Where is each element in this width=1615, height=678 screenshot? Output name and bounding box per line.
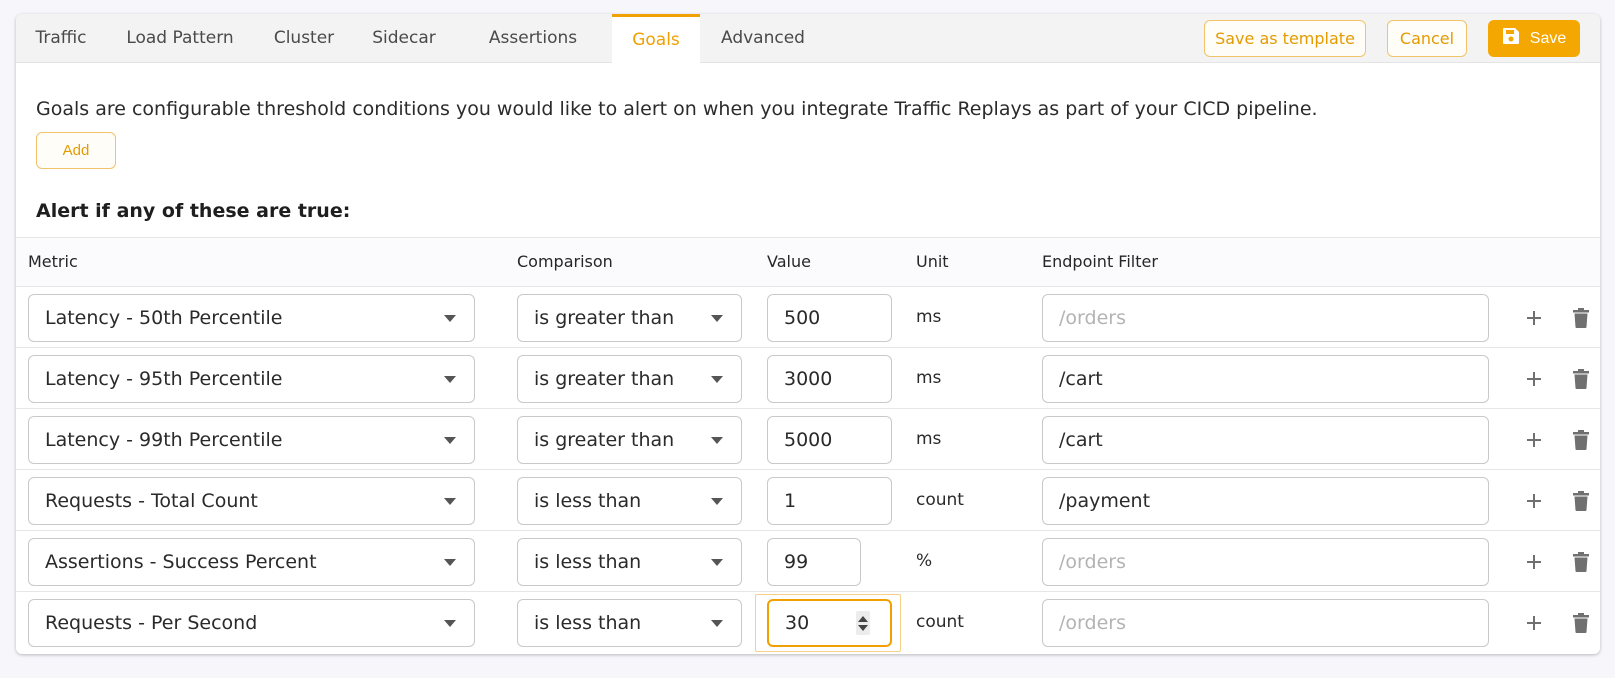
value-input[interactable] xyxy=(767,355,892,403)
plus-icon[interactable] xyxy=(1521,366,1547,392)
chevron-down-icon xyxy=(444,559,456,566)
chevron-down-icon xyxy=(711,498,723,505)
tab-advanced[interactable]: Advanced xyxy=(700,14,826,63)
value-input[interactable] xyxy=(767,477,892,525)
tab-traffic[interactable]: Traffic xyxy=(16,14,106,63)
value-input[interactable] xyxy=(767,294,892,342)
endpoint-filter-input[interactable] xyxy=(1042,294,1489,342)
chevron-down-icon xyxy=(444,620,456,627)
tab-cluster[interactable]: Cluster xyxy=(254,14,354,63)
chevron-down-icon xyxy=(711,620,723,627)
column-header-comparison: Comparison xyxy=(517,252,613,271)
comparison-select[interactable]: is greater than xyxy=(517,416,742,464)
comparison-select[interactable]: is less than xyxy=(517,477,742,525)
column-header-value: Value xyxy=(767,252,811,271)
table-row: Latency - 50th Percentile is greater tha… xyxy=(16,287,1600,348)
metric-select[interactable]: Latency - 95th Percentile xyxy=(28,355,475,403)
tab-load-pattern[interactable]: Load Pattern xyxy=(106,14,254,63)
trash-icon[interactable] xyxy=(1568,610,1594,636)
unit-label: ms xyxy=(916,368,942,388)
endpoint-filter-input[interactable] xyxy=(1042,599,1489,647)
trash-icon[interactable] xyxy=(1568,366,1594,392)
column-header-metric: Metric xyxy=(28,252,78,271)
stepper-up-icon[interactable] xyxy=(858,615,868,622)
comparison-select[interactable]: is greater than xyxy=(517,355,742,403)
table-row: Requests - Per Second is less than count xyxy=(16,592,1600,653)
chevron-down-icon xyxy=(444,498,456,505)
plus-icon[interactable] xyxy=(1521,549,1547,575)
goals-table-header: Metric Comparison Value Unit Endpoint Fi… xyxy=(16,237,1600,287)
metric-select[interactable]: Latency - 50th Percentile xyxy=(28,294,475,342)
metric-select[interactable]: Requests - Per Second xyxy=(28,599,475,647)
unit-label: ms xyxy=(916,429,942,449)
unit-label: count xyxy=(916,490,964,510)
endpoint-filter-input[interactable] xyxy=(1042,477,1489,525)
comparison-select[interactable]: is less than xyxy=(517,599,742,647)
goals-description: Goals are configurable threshold conditi… xyxy=(36,98,1318,120)
comparison-select[interactable]: is greater than xyxy=(517,294,742,342)
column-header-endpoint-filter: Endpoint Filter xyxy=(1042,252,1158,271)
chevron-down-icon xyxy=(444,437,456,444)
floppy-disk-icon xyxy=(1502,27,1520,50)
unit-label: % xyxy=(916,551,933,571)
unit-label: count xyxy=(916,612,964,632)
tab-assertions[interactable]: Assertions xyxy=(454,14,612,63)
chevron-down-icon xyxy=(711,437,723,444)
table-row: Latency - 95th Percentile is greater tha… xyxy=(16,348,1600,409)
value-input[interactable] xyxy=(767,416,892,464)
trash-icon[interactable] xyxy=(1568,305,1594,331)
plus-icon[interactable] xyxy=(1521,427,1547,453)
plus-icon[interactable] xyxy=(1521,488,1547,514)
tab-bar: Traffic Load Pattern Cluster Sidecar Ass… xyxy=(16,14,1600,64)
save-button[interactable]: Save xyxy=(1488,20,1580,57)
column-header-unit: Unit xyxy=(916,252,949,271)
trash-icon[interactable] xyxy=(1568,488,1594,514)
chevron-down-icon xyxy=(711,315,723,322)
endpoint-filter-input[interactable] xyxy=(1042,416,1489,464)
table-row: Assertions - Success Percent is less tha… xyxy=(16,531,1600,592)
add-goal-button[interactable]: Add xyxy=(36,132,116,169)
tab-sidecar[interactable]: Sidecar xyxy=(354,14,454,63)
metric-select[interactable]: Requests - Total Count xyxy=(28,477,475,525)
value-input[interactable] xyxy=(767,538,861,586)
chevron-down-icon xyxy=(444,376,456,383)
table-row: Latency - 99th Percentile is greater tha… xyxy=(16,409,1600,470)
chevron-down-icon xyxy=(711,376,723,383)
chevron-down-icon xyxy=(444,315,456,322)
value-input[interactable] xyxy=(767,599,892,647)
comparison-select[interactable]: is less than xyxy=(517,538,742,586)
stepper-down-icon[interactable] xyxy=(858,624,868,631)
metric-select[interactable]: Latency - 99th Percentile xyxy=(28,416,475,464)
save-as-template-button[interactable]: Save as template xyxy=(1204,20,1366,57)
plus-icon[interactable] xyxy=(1521,610,1547,636)
endpoint-filter-input[interactable] xyxy=(1042,355,1489,403)
cancel-button[interactable]: Cancel xyxy=(1387,20,1467,57)
trash-icon[interactable] xyxy=(1568,549,1594,575)
save-button-label: Save xyxy=(1529,29,1567,47)
tab-goals[interactable]: Goals xyxy=(612,14,700,64)
metric-select[interactable]: Assertions - Success Percent xyxy=(28,538,475,586)
number-stepper[interactable] xyxy=(856,611,870,635)
alert-heading: Alert if any of these are true: xyxy=(36,200,351,222)
unit-label: ms xyxy=(916,307,942,327)
table-row: Requests - Total Count is less than coun… xyxy=(16,470,1600,531)
trash-icon[interactable] xyxy=(1568,427,1594,453)
goals-panel: Traffic Load Pattern Cluster Sidecar Ass… xyxy=(16,14,1600,654)
chevron-down-icon xyxy=(711,559,723,566)
endpoint-filter-input[interactable] xyxy=(1042,538,1489,586)
plus-icon[interactable] xyxy=(1521,305,1547,331)
